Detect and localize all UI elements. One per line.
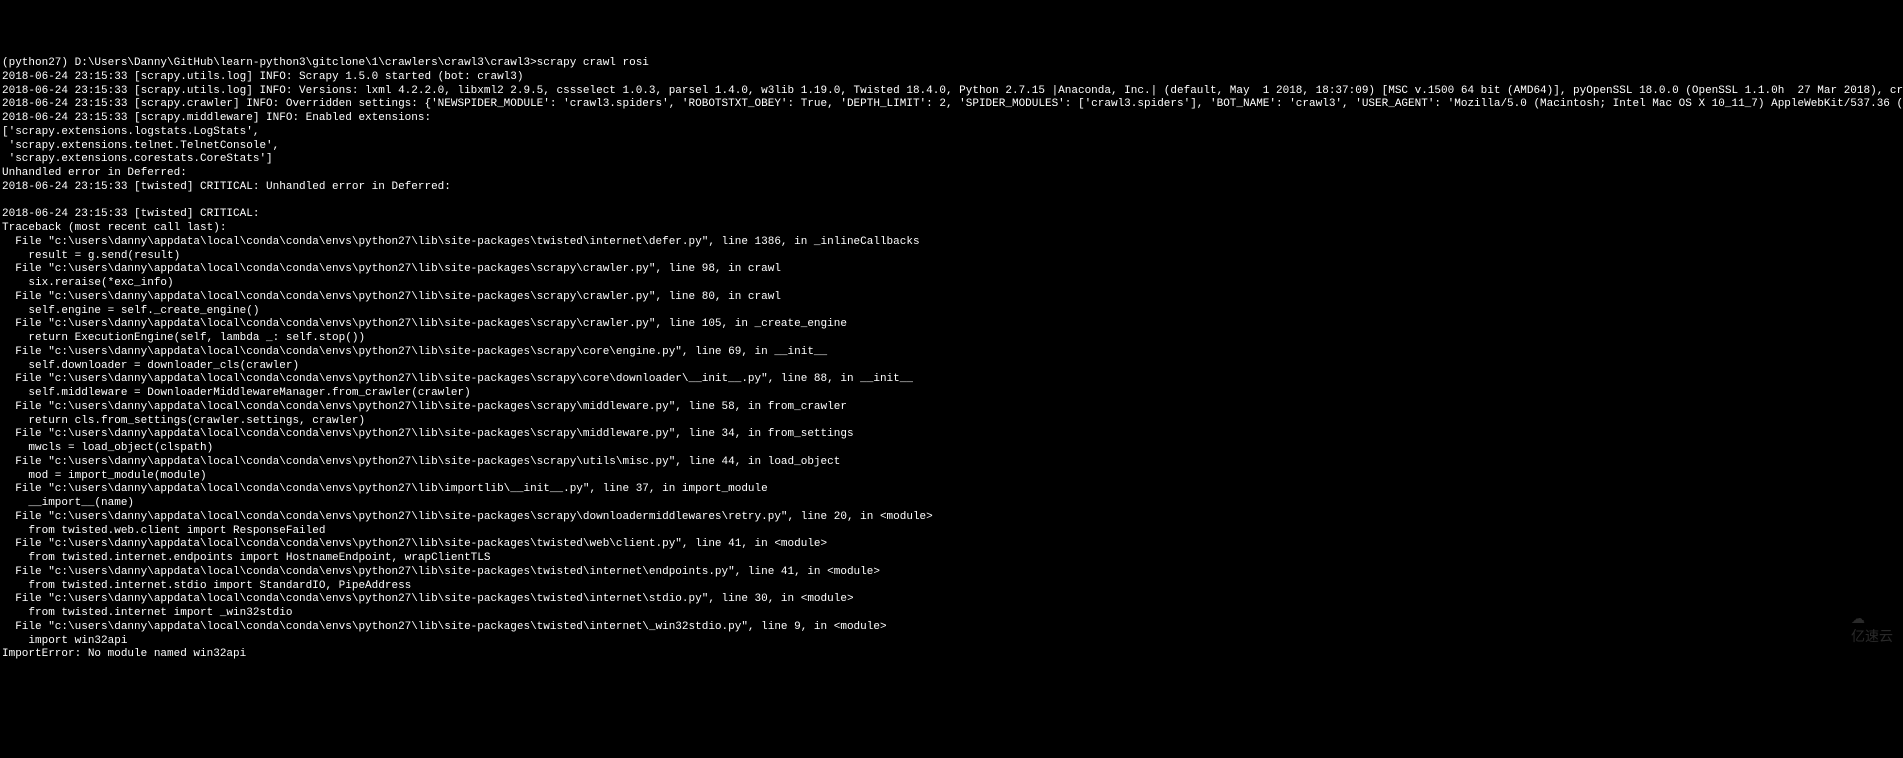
terminal-line: self.middleware = DownloaderMiddlewareMa… bbox=[2, 387, 471, 399]
terminal-line: mod = import_module(module) bbox=[2, 470, 207, 482]
watermark-text: 亿速云 bbox=[1851, 630, 1893, 646]
terminal-line: File "c:\users\danny\appdata\local\conda… bbox=[2, 373, 913, 385]
terminal-line: return ExecutionEngine(self, lambda _: s… bbox=[2, 332, 365, 344]
terminal-line: File "c:\users\danny\appdata\local\conda… bbox=[2, 511, 933, 523]
terminal-line: (python27) D:\Users\Danny\GitHub\learn-p… bbox=[2, 57, 649, 69]
terminal-line: Traceback (most recent call last): bbox=[2, 222, 226, 234]
terminal-line: from twisted.web.client import ResponseF… bbox=[2, 525, 325, 537]
terminal-line: 2018-06-24 23:15:33 [scrapy.crawler] INF… bbox=[2, 98, 1903, 110]
terminal-line: File "c:\users\danny\appdata\local\conda… bbox=[2, 483, 768, 495]
watermark-logo: ☁ 亿速云 bbox=[1834, 595, 1893, 648]
terminal-line: File "c:\users\danny\appdata\local\conda… bbox=[2, 593, 854, 605]
terminal-line: File "c:\users\danny\appdata\local\conda… bbox=[2, 291, 781, 303]
terminal-line: File "c:\users\danny\appdata\local\conda… bbox=[2, 538, 827, 550]
terminal-line: File "c:\users\danny\appdata\local\conda… bbox=[2, 318, 847, 330]
terminal-line: return cls.from_settings(crawler.setting… bbox=[2, 415, 365, 427]
terminal-line: ImportError: No module named win32api bbox=[2, 648, 246, 660]
terminal-line: import win32api bbox=[2, 635, 127, 647]
terminal-line: 2018-06-24 23:15:33 [scrapy.utils.log] I… bbox=[2, 71, 524, 83]
terminal-line: from twisted.internet.stdio import Stand… bbox=[2, 580, 411, 592]
terminal-line: 2018-06-24 23:15:33 [scrapy.middleware] … bbox=[2, 112, 431, 124]
terminal-line: File "c:\users\danny\appdata\local\conda… bbox=[2, 456, 840, 468]
terminal-line: 'scrapy.extensions.telnet.TelnetConsole'… bbox=[2, 140, 279, 152]
terminal-output[interactable]: (python27) D:\Users\Danny\GitHub\learn-p… bbox=[2, 57, 1901, 662]
terminal-line: from twisted.internet.endpoints import H… bbox=[2, 552, 490, 564]
terminal-line: six.reraise(*exc_info) bbox=[2, 277, 174, 289]
terminal-line: File "c:\users\danny\appdata\local\conda… bbox=[2, 566, 880, 578]
terminal-line: 2018-06-24 23:15:33 [scrapy.utils.log] I… bbox=[2, 85, 1903, 97]
terminal-line: mwcls = load_object(clspath) bbox=[2, 442, 213, 454]
cloud-icon: ☁ bbox=[1851, 612, 1865, 628]
terminal-line: File "c:\users\danny\appdata\local\conda… bbox=[2, 346, 827, 358]
terminal-line: result = g.send(result) bbox=[2, 250, 180, 262]
terminal-line: self.downloader = downloader_cls(crawler… bbox=[2, 360, 299, 372]
terminal-line: ['scrapy.extensions.logstats.LogStats', bbox=[2, 126, 259, 138]
terminal-line: 2018-06-24 23:15:33 [twisted] CRITICAL: … bbox=[2, 181, 451, 193]
terminal-line: File "c:\users\danny\appdata\local\conda… bbox=[2, 401, 847, 413]
terminal-line: File "c:\users\danny\appdata\local\conda… bbox=[2, 236, 920, 248]
terminal-line: File "c:\users\danny\appdata\local\conda… bbox=[2, 428, 854, 440]
terminal-line: 2018-06-24 23:15:33 [twisted] CRITICAL: bbox=[2, 208, 259, 220]
terminal-line: Unhandled error in Deferred: bbox=[2, 167, 187, 179]
terminal-line: __import__(name) bbox=[2, 497, 134, 509]
terminal-line: self.engine = self._create_engine() bbox=[2, 305, 259, 317]
terminal-line: 'scrapy.extensions.corestats.CoreStats'] bbox=[2, 153, 273, 165]
terminal-line: File "c:\users\danny\appdata\local\conda… bbox=[2, 263, 781, 275]
terminal-line: from twisted.internet import _win32stdio bbox=[2, 607, 292, 619]
terminal-line: File "c:\users\danny\appdata\local\conda… bbox=[2, 621, 887, 633]
